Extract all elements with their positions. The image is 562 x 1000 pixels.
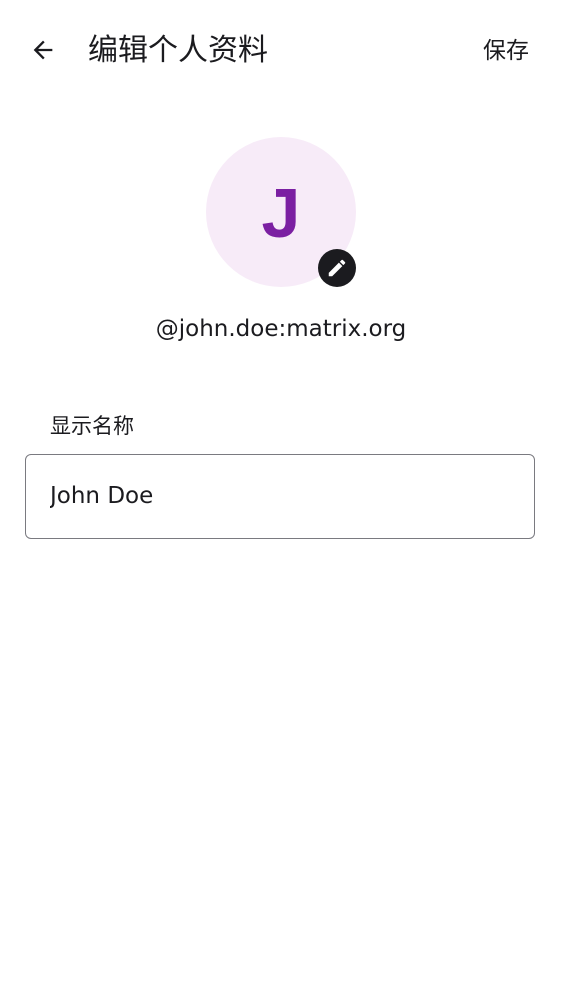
- back-button[interactable]: [20, 27, 66, 73]
- display-name-label: 显示名称: [50, 414, 134, 438]
- edit-avatar-button[interactable]: [318, 249, 356, 287]
- arrow-back-icon: [33, 40, 53, 60]
- display-name-input[interactable]: [50, 455, 510, 537]
- top-app-bar: 编辑个人资料 保存: [0, 0, 562, 100]
- avatar-initial: J: [261, 174, 301, 252]
- page-title: 编辑个人资料: [88, 33, 268, 68]
- avatar-container: J: [206, 137, 356, 287]
- user-id: @john.doe:matrix.org: [155, 316, 407, 342]
- pencil-icon: [328, 259, 346, 277]
- edit-profile-screen: 编辑个人资料 保存 J @john.doe:matrix.org 显示名称: [0, 0, 562, 1000]
- display-name-field[interactable]: [25, 454, 535, 539]
- save-button[interactable]: 保存: [472, 30, 540, 72]
